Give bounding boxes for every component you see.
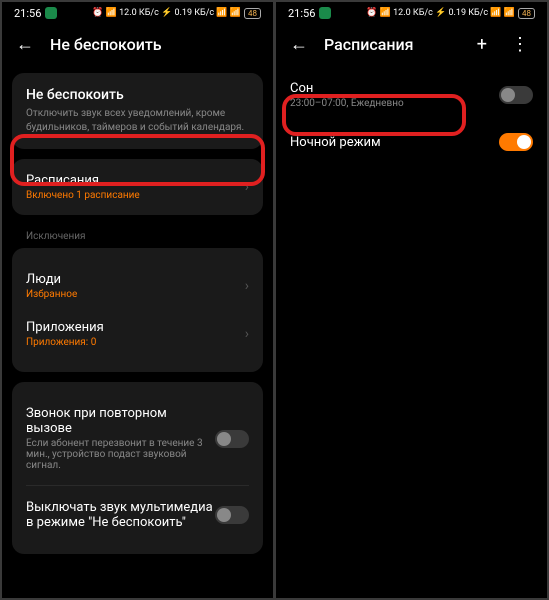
sleep-subtitle: 23:00–07:00, Ежедневно [290, 98, 499, 109]
people-row[interactable]: Люди Избранное › [26, 262, 249, 310]
more-button[interactable]: ⋮ [507, 34, 533, 55]
phone-right: 21:56 ⏰ 📶 12.0 КБ/с ⚡ 0.19 КБ/с 📶 📶 48 ←… [276, 2, 547, 598]
schedules-title: Расписания [26, 173, 245, 188]
apps-title: Приложения [26, 320, 245, 335]
add-button[interactable]: + [473, 34, 491, 55]
night-mode-toggle[interactable] [499, 133, 533, 151]
sleep-title: Сон [290, 81, 499, 96]
content-area: Не беспокоить Отключить звук всех уведом… [2, 65, 273, 598]
options-card: Звонок при повторном вызове Если абонент… [12, 382, 263, 554]
status-time: 21:56 [288, 7, 315, 20]
status-app-icon [319, 7, 331, 19]
sleep-toggle[interactable] [499, 86, 533, 104]
mute-media-row[interactable]: Выключать звук мультимедиа в режиме "Не … [26, 490, 249, 540]
schedules-card[interactable]: Расписания Включено 1 расписание › [12, 159, 263, 215]
page-title: Не беспокоить [50, 35, 259, 54]
phone-left: 21:56 ⏰ 📶 12.0 КБ/с ⚡ 0.19 КБ/с 📶 📶 48 ←… [2, 2, 273, 598]
status-app-icon [45, 7, 57, 19]
exceptions-label: Исключения [12, 225, 263, 248]
mute-media-title: Выключать звук мультимедиа в режиме "Не … [26, 500, 215, 530]
dnd-card: Не беспокоить Отключить звук всех уведом… [12, 73, 263, 149]
apps-subtitle: Приложения: 0 [26, 337, 245, 348]
back-button[interactable]: ← [290, 34, 308, 55]
apps-row[interactable]: Приложения Приложения: 0 › [26, 310, 249, 358]
night-mode-row[interactable]: Ночной режим [276, 121, 547, 163]
night-mode-title: Ночной режим [290, 135, 499, 150]
dnd-subtitle: Отключить звук всех уведомлений, кроме б… [26, 107, 249, 135]
header: ← Расписания + ⋮ [276, 24, 547, 65]
repeat-call-row[interactable]: Звонок при повторном вызове Если абонент… [26, 396, 249, 481]
status-bar: 21:56 ⏰ 📶 12.0 КБ/с ⚡ 0.19 КБ/с 📶 📶 48 [276, 2, 547, 24]
status-icons: ⏰ 📶 12.0 КБ/с ⚡ 0.19 КБ/с 📶 📶 [366, 8, 515, 18]
back-button[interactable]: ← [16, 34, 34, 55]
battery-indicator: 48 [244, 8, 261, 19]
repeat-call-toggle[interactable] [215, 430, 249, 448]
sleep-schedule-row[interactable]: Сон 23:00–07:00, Ежедневно [276, 69, 547, 121]
chevron-right-icon: › [245, 179, 249, 195]
content-area: Сон 23:00–07:00, Ежедневно Ночной режим [276, 65, 547, 598]
mute-media-toggle[interactable] [215, 506, 249, 524]
chevron-right-icon: › [245, 278, 249, 294]
dnd-title: Не беспокоить [26, 87, 249, 103]
page-title: Расписания [324, 35, 457, 54]
battery-indicator: 48 [518, 8, 535, 19]
status-time: 21:56 [14, 7, 41, 20]
repeat-call-title: Звонок при повторном вызове [26, 406, 215, 436]
people-title: Люди [26, 272, 245, 287]
status-icons: ⏰ 📶 12.0 КБ/с ⚡ 0.19 КБ/с 📶 📶 [92, 8, 241, 18]
people-subtitle: Избранное [26, 289, 245, 300]
schedules-subtitle: Включено 1 расписание [26, 190, 245, 201]
repeat-call-subtitle: Если абонент перезвонит в течение 3 мин.… [26, 438, 215, 471]
chevron-right-icon: › [245, 326, 249, 342]
exceptions-card: Люди Избранное › Приложения Приложения: … [12, 248, 263, 372]
status-bar: 21:56 ⏰ 📶 12.0 КБ/с ⚡ 0.19 КБ/с 📶 📶 48 [2, 2, 273, 24]
header: ← Не беспокоить [2, 24, 273, 65]
divider [26, 485, 249, 486]
